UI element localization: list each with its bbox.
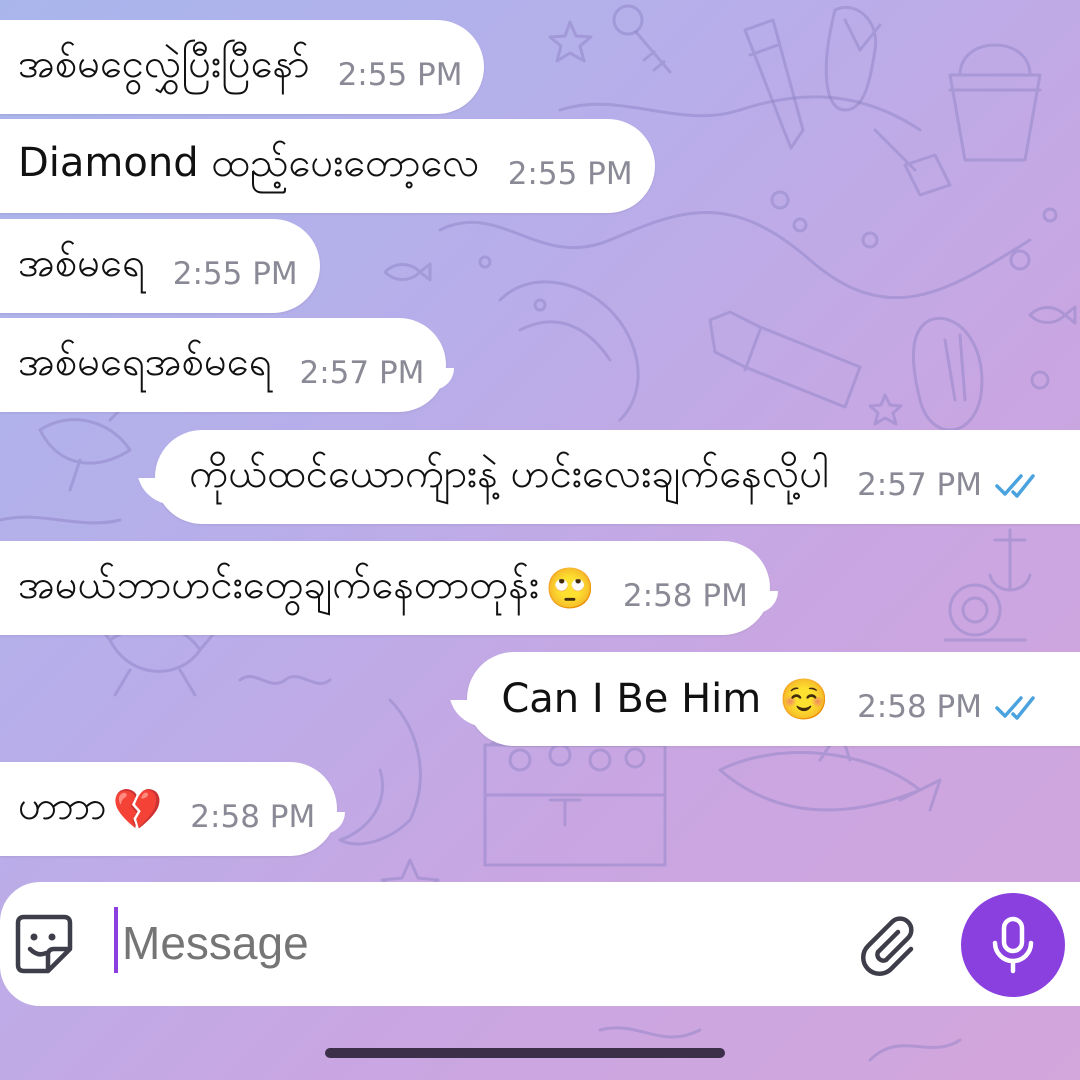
broken-heart-emoji: 💔 <box>112 786 163 833</box>
message-text: အစ်မငွေလွှဲပြီးပြီနော် <box>18 40 310 87</box>
message-text: အစ်မရေ <box>18 239 145 286</box>
smiling-emoji: ☺️ <box>779 676 830 723</box>
message-input[interactable] <box>120 906 824 980</box>
message-time: 2:58 PM <box>622 578 748 614</box>
microphone-button[interactable] <box>961 893 1065 997</box>
message-text: အစ်မရေအစ်မရေ <box>18 338 272 385</box>
message-time: 2:58 PM <box>857 689 982 725</box>
message-time: 2:58 PM <box>190 799 316 835</box>
home-indicator[interactable] <box>325 1048 725 1058</box>
message-bubble[interactable]: အစ်မရေ 2:55 PM <box>0 219 320 313</box>
paperclip-icon[interactable] <box>858 914 922 978</box>
message-bubble[interactable]: Diamond ထည့်ပေးတော့လေ 2:55 PM <box>0 119 655 213</box>
message-bubble-outgoing[interactable]: Can I Be Him ☺️ 2:58 PM <box>467 652 1080 746</box>
message-text: Diamond ထည့်ပေးတော့လေ <box>18 139 480 186</box>
eye-roll-emoji: 🙄 <box>545 565 595 612</box>
message-bubble[interactable]: ဟာာာ 💔 2:58 PM <box>0 762 346 856</box>
text-cursor <box>114 907 118 973</box>
message-time: 2:57 PM <box>299 355 425 391</box>
sticker-smile-icon[interactable] <box>10 911 78 979</box>
message-bubble[interactable]: အမယ်ဘာဟင်းတွေချက်နေတာတုန်း 🙄 2:58 PM <box>0 541 778 635</box>
message-time: 2:55 PM <box>337 57 463 93</box>
message-time: 2:57 PM <box>857 467 982 503</box>
message-text: ဟာာာ <box>18 782 107 829</box>
read-checkmarks-icon <box>994 694 1040 720</box>
message-time: 2:55 PM <box>507 156 633 192</box>
message-bubble-outgoing[interactable]: ကိုယ်ထင်ယောက်ျားနဲ့ ဟင်းလေးချက်နေလို့ပါ … <box>155 430 1080 524</box>
message-text: Can I Be Him <box>501 676 762 722</box>
read-checkmarks-icon <box>994 472 1040 498</box>
message-text: ကိုယ်ထင်ယောက်ျားနဲ့ ဟင်းလေးချက်နေလို့ပါ <box>189 450 830 497</box>
message-bubble[interactable]: အစ်မငွေလွှဲပြီးပြီနော် 2:55 PM <box>0 20 485 114</box>
message-bubble[interactable]: အစ်မရေအစ်မရေ 2:57 PM <box>0 318 455 412</box>
microphone-icon <box>992 916 1034 974</box>
message-composer <box>0 882 1080 1006</box>
message-text: အမယ်ဘာဟင်းတွေချက်နေတာတုန်း <box>18 561 540 608</box>
message-time: 2:55 PM <box>172 256 298 292</box>
